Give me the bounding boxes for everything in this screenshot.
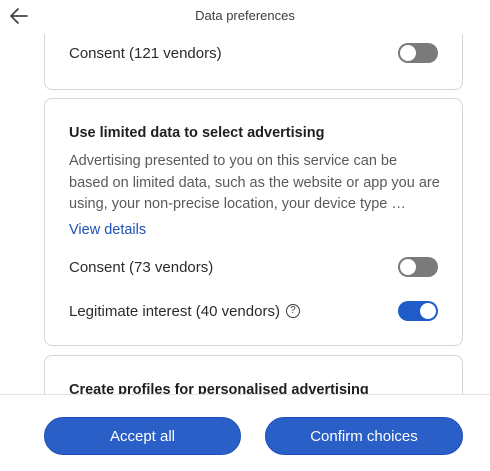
profiles-card: Create profiles for personalised adverti…: [44, 355, 463, 394]
consent-label: Consent (121 vendors): [69, 44, 222, 62]
top-bar: Data preferences: [0, 0, 490, 34]
profiles-title: Create profiles for personalised adverti…: [69, 382, 369, 394]
view-details-link[interactable]: View details: [69, 222, 146, 238]
page-title: Data preferences: [195, 8, 295, 23]
consent-row: Consent (121 vendors): [69, 41, 438, 65]
legitimate-interest-row: Legitimate interest (40 vendors) ?: [69, 299, 438, 323]
limited-data-card: Use limited data to select advertising A…: [44, 98, 463, 346]
toggle-knob: [400, 259, 416, 275]
legitimate-interest-label-wrap: Legitimate interest (40 vendors) ?: [69, 303, 300, 320]
question-circle-icon[interactable]: ?: [285, 304, 300, 318]
limited-data-description: Advertising presented to you on this ser…: [69, 153, 440, 212]
footer-actions: Accept all Confirm choices: [0, 394, 490, 471]
accept-all-button[interactable]: Accept all: [44, 417, 241, 455]
preferences-scroll-area[interactable]: Consent (121 vendors) Use limited data t…: [0, 34, 490, 394]
limited-data-title: Use limited data to select advertising: [69, 125, 325, 141]
legitimate-interest-label: Legitimate interest (40 vendors): [69, 302, 280, 320]
consent-73-toggle[interactable]: [398, 257, 438, 277]
confirm-choices-button[interactable]: Confirm choices: [265, 417, 463, 455]
toggle-knob: [420, 303, 436, 319]
consent-121-toggle[interactable]: [398, 43, 438, 63]
consent-73-label: Consent (73 vendors): [69, 258, 214, 276]
toggle-knob: [400, 45, 416, 61]
consent-73-row: Consent (73 vendors): [69, 255, 438, 279]
consent-card: Consent (121 vendors): [44, 34, 463, 90]
legitimate-interest-toggle[interactable]: [398, 301, 438, 321]
